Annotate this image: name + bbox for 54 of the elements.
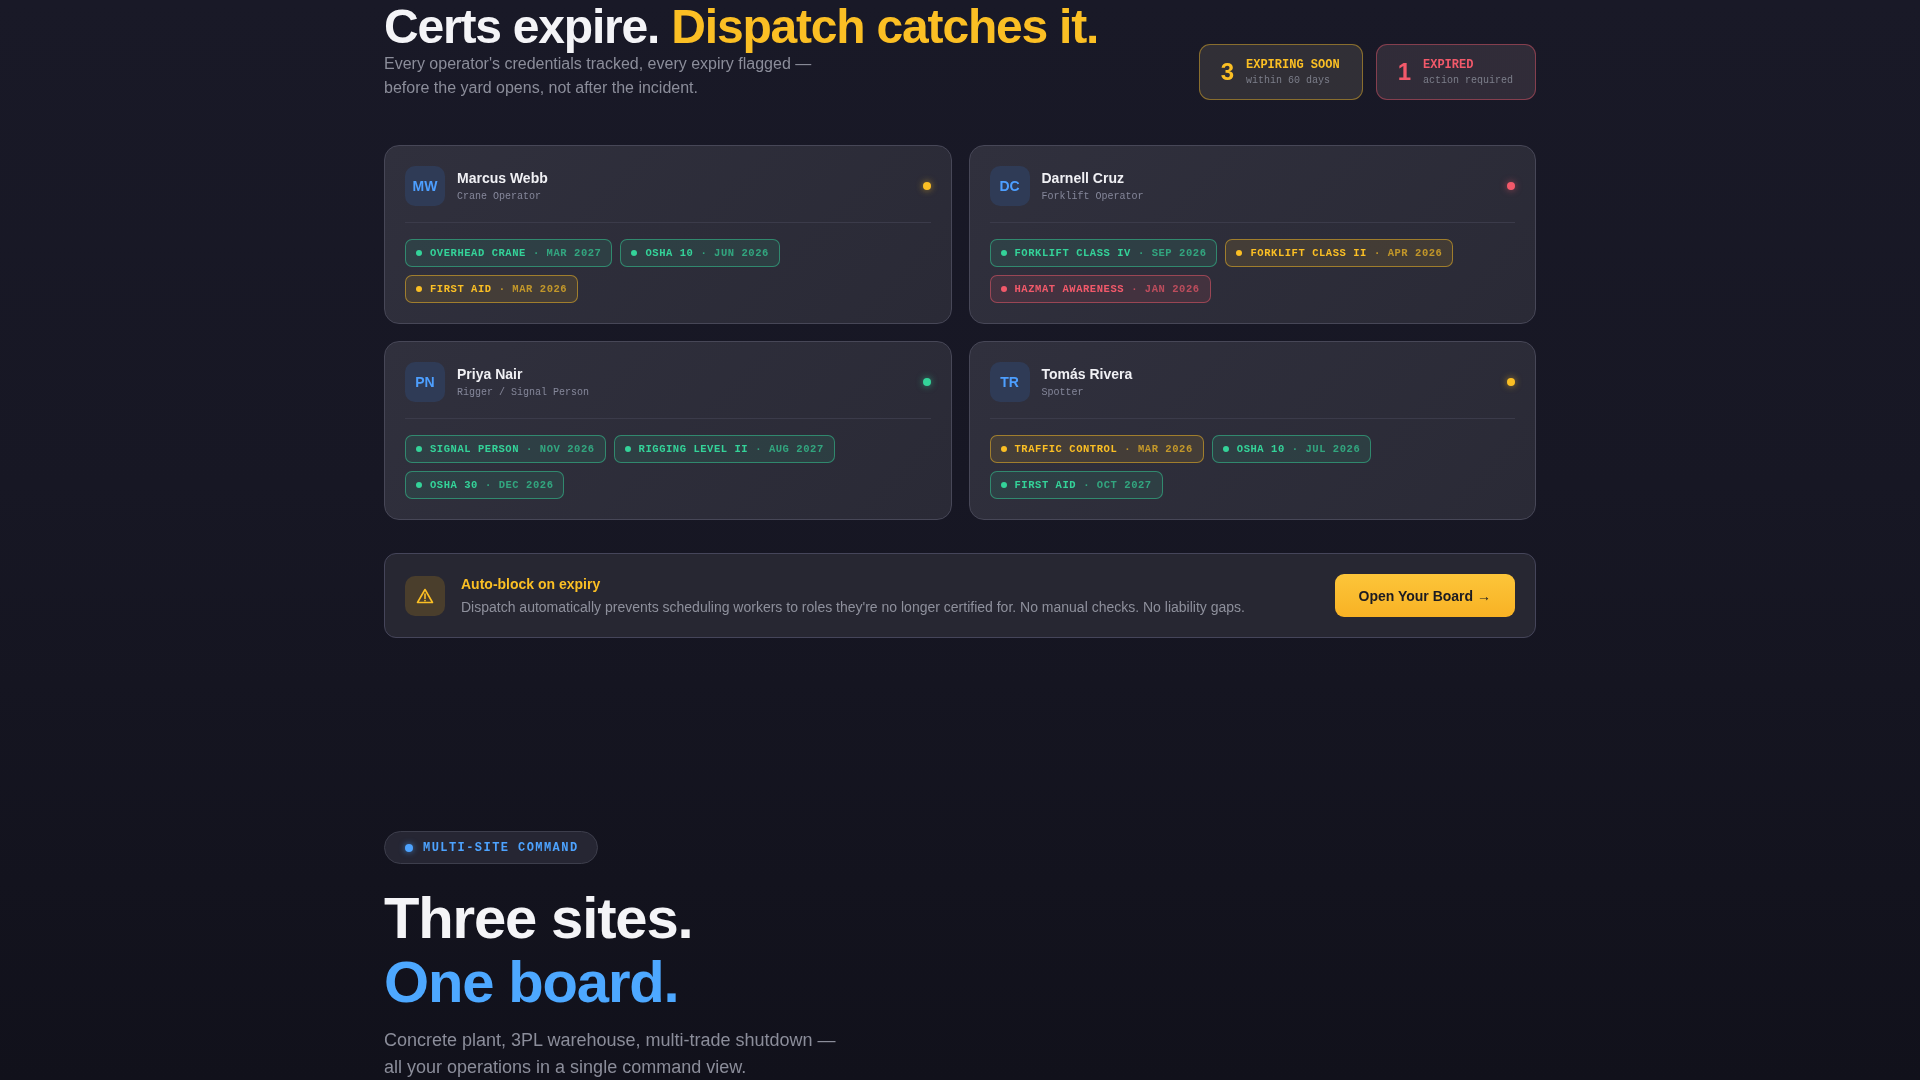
worker-name: Darnell Cruz: [1041, 169, 1124, 187]
cert-expiry: · OCT 2027: [1083, 479, 1152, 491]
open-board-button[interactable]: Open Your Board →: [1334, 574, 1515, 617]
notice-description: Dispatch automatically prevents scheduling workers to roles they're no longer certified for. No manual checks. No liability gaps.: [461, 598, 1245, 616]
initials-avatar: DC: [989, 166, 1030, 206]
worker-role: Forklift Operator: [1041, 189, 1144, 203]
cert-name: FIRST AID: [430, 283, 492, 295]
headline-highlight: Dispatch catches it.: [671, 0, 1099, 53]
cert-name: FORKLIFT CLASS II: [1250, 247, 1367, 259]
stat-label: EXPIRED: [1423, 57, 1474, 72]
cert-expiry: · SEP 2026: [1137, 247, 1207, 259]
warning-icon: [405, 575, 445, 616]
section-heading-highlight: One board.: [384, 950, 679, 1014]
cert-name: OSHA 10: [645, 247, 694, 259]
stat-detail: action required: [1423, 74, 1513, 87]
stat-detail: within 60 days: [1246, 74, 1330, 87]
cert-name: OSHA 30: [430, 479, 478, 491]
cert-name: FORKLIFT CLASS IV: [1014, 247, 1131, 259]
initials-avatar: TR: [989, 362, 1030, 402]
cert-name: SIGNAL PERSON: [430, 443, 520, 455]
cert-expiry: · MAR 2027: [532, 247, 602, 259]
worker-role: Crane Operator: [457, 189, 541, 203]
initials-avatar: PN: [405, 362, 445, 402]
cert-expiry: · APR 2026: [1373, 247, 1443, 259]
cert-expiry: · JUN 2026: [700, 247, 769, 259]
stat-count: 3: [1220, 60, 1234, 84]
cert-expiry: · AUG 2027: [755, 443, 824, 455]
cert-expiry: · MAR 2026: [498, 283, 568, 295]
cert-name: FIRST AID: [1014, 479, 1077, 491]
cert-expiry: · MAR 2026: [1124, 443, 1193, 455]
initials-avatar: MW: [405, 166, 445, 206]
intro-paragraph: Every operator's credentials tracked, every expiry flagged — before the yard opens, not after the incident.: [384, 54, 813, 98]
cert-name: TRAFFIC CONTROL: [1014, 443, 1118, 455]
cert-expiry: · NOV 2026: [526, 443, 595, 455]
eyebrow-label: MULTI-SITE COMMAND: [423, 840, 579, 855]
worker-name: Priya Nair: [457, 365, 523, 383]
stat-label: EXPIRING SOON: [1246, 57, 1340, 72]
cert-name: RIGGING LEVEL II: [638, 443, 749, 455]
worker-role: Spotter: [1041, 385, 1084, 399]
cert-expiry: · JAN 2026: [1131, 283, 1200, 295]
worker-name: Marcus Webb: [457, 169, 548, 187]
dot-icon: [405, 843, 413, 852]
worker-role: Rigger / Signal Person: [457, 385, 590, 399]
stat-count: 1: [1397, 60, 1411, 84]
worker-name: Tomás Rivera: [1041, 365, 1133, 383]
section-heading: Three sites.: [384, 886, 693, 950]
cert-expiry: · JUL 2026: [1291, 443, 1361, 455]
headline-text: Certs expire.: [384, 0, 660, 53]
cert-expiry: · DEC 2026: [484, 479, 554, 491]
notice-title: Auto-block on expiry: [461, 575, 601, 593]
section-paragraph: Concrete plant, 3PL warehouse, multi-trade shutdown — all your operations in a single command view.: [384, 1029, 837, 1079]
cert-name: HAZMAT AWARENESS: [1014, 283, 1125, 295]
cert-name: OVERHEAD CRANE: [430, 247, 526, 259]
cert-name: OSHA 10: [1236, 443, 1285, 455]
